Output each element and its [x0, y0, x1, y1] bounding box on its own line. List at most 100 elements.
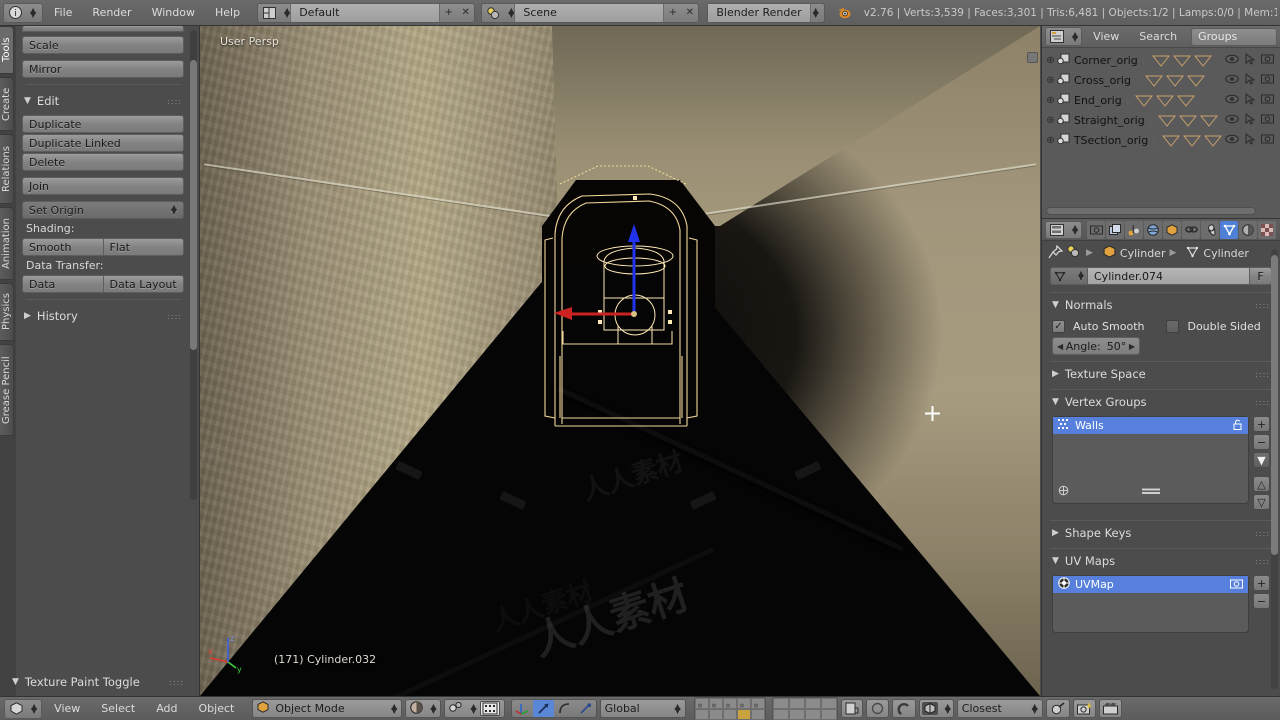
- layer-cell[interactable]: [736, 697, 751, 709]
- render-engine-selector[interactable]: Blender Render ▲ ▼: [707, 2, 825, 23]
- mirror-button[interactable]: Mirror: [22, 60, 184, 78]
- duplicate-button[interactable]: Duplicate: [22, 115, 184, 133]
- translate-manipulator-icon[interactable]: [532, 700, 554, 717]
- auto-smooth-checkbox[interactable]: ✓: [1052, 320, 1065, 333]
- layer-cell[interactable]: [708, 697, 723, 709]
- pin-icon[interactable]: [1048, 244, 1064, 262]
- properties-tab-material[interactable]: [1239, 220, 1258, 239]
- edit-panel-header[interactable]: ▼ Edit ::::: [22, 91, 184, 111]
- shape-keys-panel-header[interactable]: ▶ Shape Keys ::::: [1050, 522, 1272, 544]
- outliner-row-corner-orig[interactable]: ⊕ Corner_orig |: [1042, 50, 1280, 70]
- vertex-groups-panel-header[interactable]: ▼ Vertex Groups ::::: [1050, 391, 1272, 413]
- viewport-menu-view[interactable]: View: [45, 699, 89, 719]
- render-animation-button[interactable]: [1098, 699, 1122, 718]
- set-origin-dropdown[interactable]: Set Origin ▲ ▼: [22, 201, 184, 219]
- menu-help[interactable]: Help: [206, 3, 249, 23]
- layer-cell[interactable]: [788, 708, 805, 720]
- add-vertex-group-button[interactable]: +: [1253, 416, 1270, 432]
- proportional-falloff-button[interactable]: [1045, 699, 1070, 718]
- layer-cell[interactable]: [820, 708, 837, 720]
- align-to-transform-icon[interactable]: [479, 701, 500, 716]
- texture-paint-toggle-header[interactable]: ▼ Texture Paint Toggle ::::: [0, 672, 199, 692]
- join-button[interactable]: Join: [22, 177, 184, 195]
- snap-magnet-toggle[interactable]: [891, 699, 916, 718]
- tab-grease-pencil[interactable]: Grease Pencil: [0, 344, 14, 436]
- fake-user-button[interactable]: F: [1250, 267, 1272, 285]
- flat-button[interactable]: Flat: [103, 238, 184, 256]
- selectable-cursor-icon[interactable]: [1245, 72, 1256, 88]
- properties-tab-render-layers[interactable]: [1106, 220, 1125, 239]
- uv-maps-list[interactable]: UVMap: [1052, 575, 1249, 633]
- selectable-cursor-icon[interactable]: [1245, 112, 1256, 128]
- visibility-eye-icon[interactable]: [1225, 114, 1239, 127]
- editor-type-info-selector[interactable]: i ▲ ▼: [3, 2, 43, 23]
- screen-layout-selector[interactable]: ▲ ▼ Default + ✕: [257, 2, 476, 23]
- cut-off-button-top[interactable]: [22, 26, 184, 32]
- breadcrumb-object-name[interactable]: Cylinder: [1120, 247, 1166, 260]
- expand-icon[interactable]: ⊕: [1044, 135, 1057, 146]
- outliner-row-cross-orig[interactable]: ⊕ Cross_orig |: [1042, 70, 1280, 90]
- remove-vertex-group-button[interactable]: −: [1253, 434, 1270, 450]
- layer-cell[interactable]: [708, 708, 723, 720]
- render-engine-name[interactable]: Blender Render: [708, 3, 811, 22]
- outliner-row-tsection-orig[interactable]: ⊕ TSection_orig |: [1042, 130, 1280, 150]
- menu-render[interactable]: Render: [83, 3, 140, 23]
- layer-cell[interactable]: [788, 697, 805, 709]
- layer-cell[interactable]: [804, 708, 821, 720]
- renderable-camera-icon[interactable]: [1261, 73, 1274, 87]
- vertex-groups-list[interactable]: Walls: [1052, 416, 1249, 504]
- normals-panel-header[interactable]: ▼ Normals ::::: [1050, 294, 1272, 316]
- layer-cell[interactable]: [722, 697, 737, 709]
- breadcrumb-data-name[interactable]: Cylinder: [1203, 247, 1249, 260]
- unlocked-icon[interactable]: [1232, 419, 1243, 433]
- layer-cell[interactable]: [772, 697, 789, 709]
- outliner-menu-search[interactable]: Search: [1130, 27, 1186, 47]
- properties-tab-constraints[interactable]: [1182, 220, 1201, 239]
- vertex-weight-icon[interactable]: [1058, 485, 1069, 499]
- tab-animation[interactable]: Animation: [0, 207, 14, 280]
- render-uv-camera-icon[interactable]: [1230, 578, 1243, 592]
- 3d-viewport[interactable]: User Persp (171) Cylinder.032 x y z 人人素材…: [200, 26, 1040, 696]
- editor-type-3dview-selector[interactable]: ▲ ▼: [4, 698, 43, 719]
- layer-cell[interactable]: [694, 708, 709, 720]
- mesh-datablock-name-input[interactable]: Cylinder.074: [1088, 267, 1250, 285]
- scale-button[interactable]: Scale: [22, 36, 184, 54]
- expand-icon[interactable]: ⊕: [1044, 75, 1057, 86]
- renderable-camera-icon[interactable]: [1261, 93, 1274, 107]
- scene-selector[interactable]: ▲ ▼ Scene + ✕: [481, 2, 700, 23]
- outliner-row-straight-orig[interactable]: ⊕ Straight_orig |: [1042, 110, 1280, 130]
- layer-cell[interactable]: [820, 697, 837, 709]
- remove-uv-map-button[interactable]: −: [1253, 593, 1270, 609]
- data-button[interactable]: Data: [22, 275, 104, 293]
- new-layout-button[interactable]: +: [440, 3, 458, 22]
- increment-arrow-icon[interactable]: ▶: [1129, 342, 1135, 351]
- browse-data-icon[interactable]: [1067, 245, 1082, 261]
- proportional-edit-button[interactable]: [865, 699, 889, 718]
- tab-create[interactable]: Create: [0, 77, 14, 131]
- delete-layout-button[interactable]: ✕: [457, 3, 475, 22]
- delete-button[interactable]: Delete: [22, 153, 184, 171]
- lock-to-scene-button[interactable]: [840, 699, 863, 718]
- manipulator-toggle-icon[interactable]: [512, 700, 533, 717]
- outliner-filter-dropdown[interactable]: Groups: [1191, 27, 1277, 46]
- properties-scrollbar[interactable]: [1271, 249, 1278, 689]
- browse-mesh-datablock-button[interactable]: ▲ ▼: [1050, 267, 1088, 285]
- snap-target-selector[interactable]: Closest ▲ ▼: [956, 699, 1043, 718]
- scale-manipulator-icon[interactable]: [575, 700, 596, 717]
- auto-smooth-angle-slider[interactable]: ◀ Angle: 50° ▶: [1052, 337, 1140, 355]
- outliner-menu-view[interactable]: View: [1084, 27, 1128, 47]
- rotate-manipulator-icon[interactable]: [554, 700, 575, 717]
- properties-tab-world[interactable]: [1144, 220, 1163, 239]
- layer-cell[interactable]: [772, 708, 789, 720]
- visibility-eye-icon[interactable]: [1225, 54, 1239, 67]
- vertex-group-item-walls[interactable]: Walls: [1053, 417, 1248, 434]
- properties-tab-scene[interactable]: [1125, 220, 1144, 239]
- transform-orientation-selector[interactable]: Global ▲ ▼: [599, 699, 686, 718]
- move-vertex-group-down-button[interactable]: ▽: [1253, 494, 1270, 510]
- pivot-point-selector[interactable]: ▲ ▼: [444, 699, 505, 718]
- properties-tab-object[interactable]: [1163, 220, 1182, 239]
- move-vertex-group-up-button[interactable]: △: [1253, 476, 1270, 492]
- uv-maps-panel-header[interactable]: ▼ UV Maps ::::: [1050, 550, 1272, 572]
- tab-relations[interactable]: Relations: [0, 134, 14, 204]
- history-panel-header[interactable]: ▶ History ::::: [22, 306, 184, 326]
